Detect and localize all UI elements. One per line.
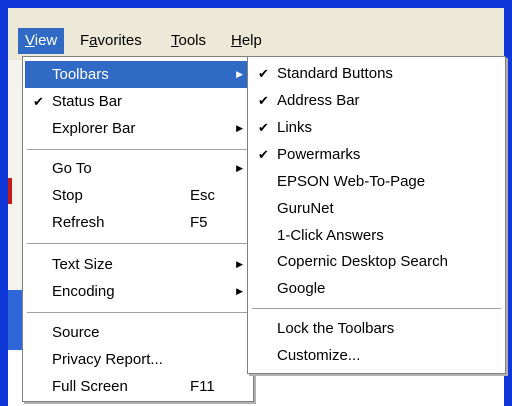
- menu-item-stop[interactable]: Stop Esc: [25, 182, 251, 209]
- checkmark-icon: ✔: [258, 93, 269, 108]
- shortcut-label: F11: [190, 378, 215, 395]
- menu-item-full-screen[interactable]: Full Screen F11: [25, 373, 251, 400]
- checkmark-icon: ✔: [258, 120, 269, 135]
- menu-item-links[interactable]: ✔ Links: [250, 114, 503, 141]
- menu-item-source[interactable]: Source: [25, 319, 251, 346]
- checkmark-icon: ✔: [258, 147, 269, 162]
- menu-item-status-bar[interactable]: ✔ Status Bar: [25, 88, 251, 115]
- submenu-arrow-icon: ▶: [236, 163, 243, 173]
- checkmark-icon: ✔: [258, 66, 269, 81]
- checkmark-icon: ✔: [33, 94, 44, 109]
- submenu-arrow-icon: ▶: [236, 259, 243, 269]
- menu-item-text-size[interactable]: Text Size ▶: [25, 251, 251, 278]
- menu-item-encoding[interactable]: Encoding ▶: [25, 278, 251, 305]
- menu-favorites[interactable]: Favorites: [73, 28, 149, 54]
- menu-bar: View Favorites Tools Help: [8, 26, 504, 56]
- menu-item-go-to[interactable]: Go To ▶: [25, 155, 251, 182]
- submenu-arrow-icon: ▶: [236, 69, 243, 79]
- menu-help[interactable]: Help: [224, 28, 269, 54]
- menu-item-lock-the-toolbars[interactable]: Lock the Toolbars: [250, 315, 503, 342]
- menu-item-google[interactable]: Google: [250, 275, 503, 302]
- shortcut-label: Esc: [190, 187, 216, 204]
- menu-item-standard-buttons[interactable]: ✔ Standard Buttons: [250, 60, 503, 87]
- menu-view[interactable]: View: [18, 28, 65, 54]
- menu-item-toolbars[interactable]: Toolbars ▶: [25, 61, 251, 88]
- submenu-arrow-icon: ▶: [236, 123, 243, 133]
- page-edge-mark: [8, 178, 12, 204]
- toolbars-submenu: ✔ Standard Buttons ✔ Address Bar ✔ Links…: [247, 56, 506, 374]
- menu-separator: [27, 149, 249, 150]
- menu-item-gurunet[interactable]: GuruNet: [250, 195, 503, 222]
- menu-separator: [252, 308, 501, 309]
- menu-tools[interactable]: Tools: [164, 28, 213, 54]
- menu-item-refresh[interactable]: Refresh F5: [25, 209, 251, 236]
- shortcut-label: F5: [190, 214, 208, 231]
- menu-separator: [27, 243, 249, 244]
- menu-item-copernic-desktop-search[interactable]: Copernic Desktop Search: [250, 248, 503, 275]
- menu-item-powermarks[interactable]: ✔ Powermarks: [250, 141, 503, 168]
- menu-item-privacy-report[interactable]: Privacy Report...: [25, 346, 251, 373]
- menu-item-1-click-answers[interactable]: 1-Click Answers: [250, 222, 503, 249]
- menu-item-customize[interactable]: Customize...: [250, 342, 503, 369]
- submenu-arrow-icon: ▶: [236, 286, 243, 296]
- menu-item-address-bar[interactable]: ✔ Address Bar: [250, 87, 503, 114]
- menu-separator: [27, 312, 249, 313]
- menu-item-epson-web-to-page[interactable]: EPSON Web-To-Page: [250, 168, 503, 195]
- menu-item-explorer-bar[interactable]: Explorer Bar ▶: [25, 115, 251, 142]
- view-menu: Toolbars ▶ ✔ Status Bar Explorer Bar ▶ G…: [22, 56, 254, 402]
